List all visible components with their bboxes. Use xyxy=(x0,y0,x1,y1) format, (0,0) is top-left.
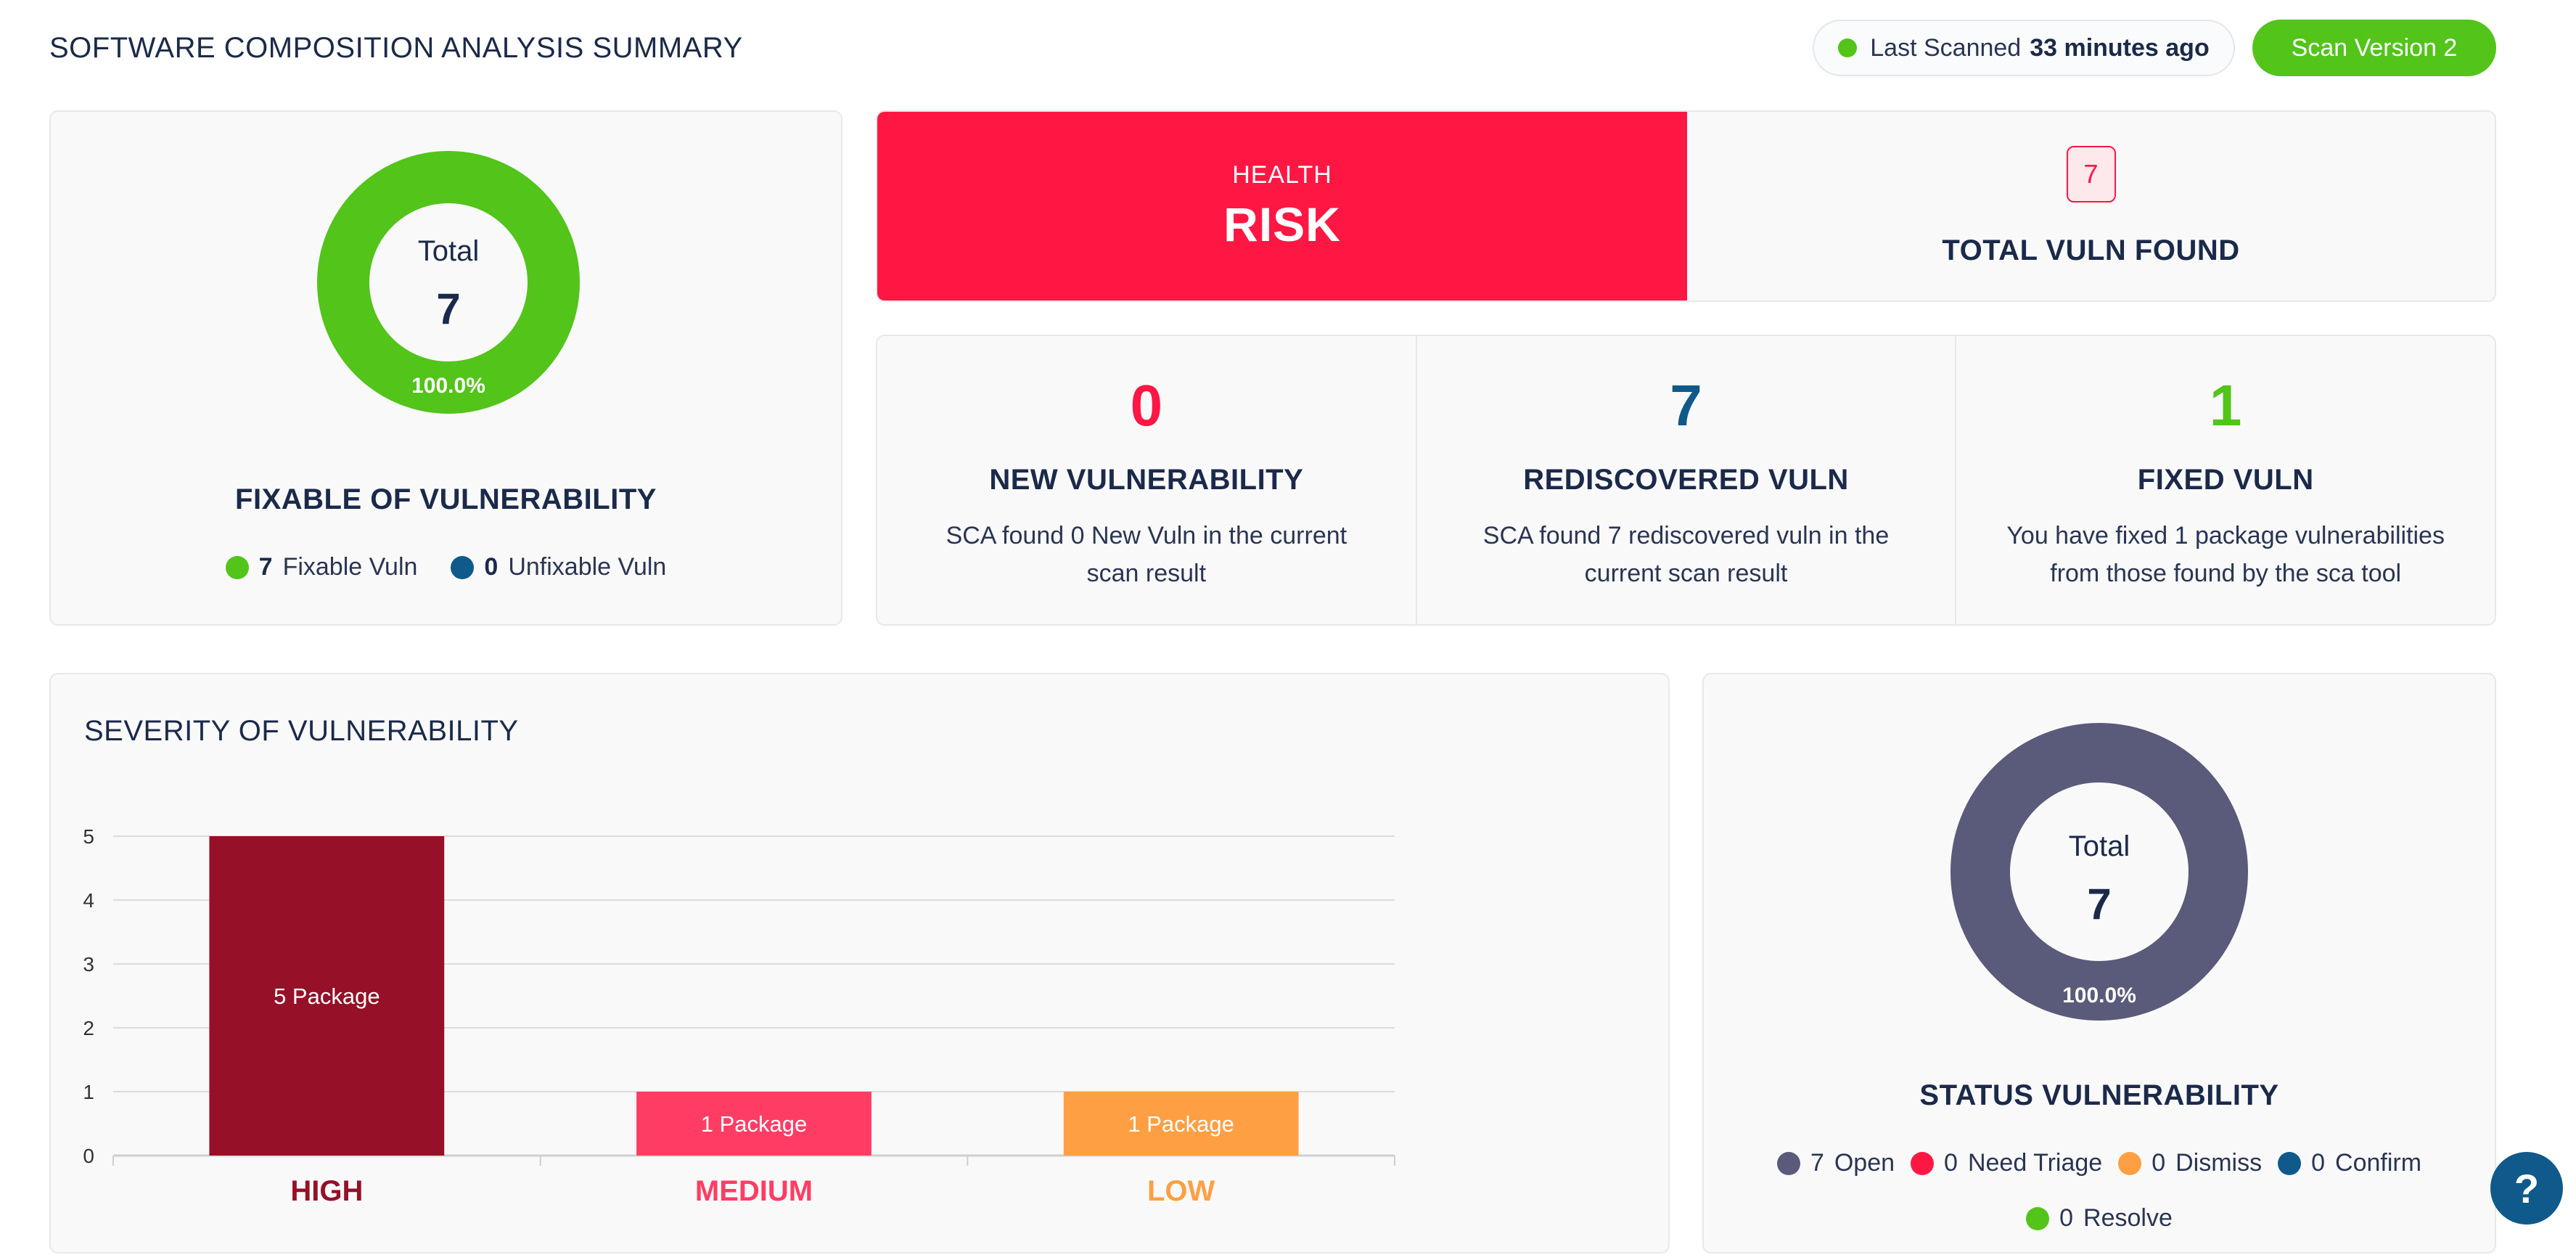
legend-dot-icon xyxy=(2118,1151,2142,1175)
bar-data-label: 1 Package xyxy=(701,1111,808,1137)
health-card: HEALTH RISK 7 TOTAL VULN FOUND xyxy=(876,110,2496,302)
x-category-label: MEDIUM xyxy=(695,1175,813,1207)
legend-label: Dismiss xyxy=(2175,1149,2263,1177)
last-scanned-value: 33 minutes ago xyxy=(2030,33,2210,62)
stat-description: You have fixed 1 package vulnerabilities… xyxy=(2006,522,2445,587)
y-tick-label: 3 xyxy=(83,953,94,976)
stat-rediscovered-vuln: 7 REDISCOVERED VULN SCA found 7 rediscov… xyxy=(1415,336,1956,624)
status-legend-row-2: 0 Resolve xyxy=(1704,1204,2495,1232)
scan-version-button[interactable]: Scan Version 2 xyxy=(2252,20,2496,76)
y-tick-label: 1 xyxy=(83,1081,94,1103)
question-icon: ? xyxy=(2514,1165,2540,1211)
legend-dot-icon xyxy=(2026,1206,2050,1230)
legend-unfixable-count: 0 xyxy=(484,553,499,581)
legend-open: 7 Open xyxy=(1776,1149,1895,1177)
legend-label: Need Triage xyxy=(1967,1149,2103,1177)
x-category-label: HIGH xyxy=(290,1175,363,1207)
y-tick-label: 5 xyxy=(83,825,94,848)
legend-dot-icon xyxy=(1776,1151,1800,1175)
legend-need-triage: 0 Need Triage xyxy=(1911,1149,2102,1177)
stat-description: SCA found 7 rediscovered vuln in the cur… xyxy=(1482,522,1890,587)
stat-description: SCA found 0 New Vuln in the current scan… xyxy=(946,522,1348,587)
status-donut-chart: Total 7 100.0% xyxy=(1951,723,2248,1021)
last-scanned-label: Last Scanned xyxy=(1870,33,2022,62)
stat-number: 1 xyxy=(2209,373,2242,438)
last-scanned-badge: Last Scanned 33 minutes ago xyxy=(1813,20,2235,76)
legend-dismiss: 0 Dismiss xyxy=(2118,1149,2262,1177)
status-donut-total: 7 xyxy=(2087,880,2111,928)
legend-fixable-count: 7 xyxy=(258,553,273,581)
legend-count: 0 xyxy=(2059,1204,2074,1232)
stat-number: 0 xyxy=(1130,373,1163,438)
total-vuln-label: TOTAL VULN FOUND xyxy=(1942,234,2240,266)
y-tick-label: 4 xyxy=(83,889,94,912)
stat-fixed-vuln: 1 FIXED VULN You have fixed 1 package vu… xyxy=(1955,336,2495,624)
status-dot-icon xyxy=(1838,38,1858,57)
y-tick-label: 2 xyxy=(83,1017,94,1039)
stat-title: REDISCOVERED VULN xyxy=(1523,464,1849,496)
total-vuln-panel: 7 TOTAL VULN FOUND xyxy=(1687,112,2495,301)
health-status-panel: HEALTH RISK xyxy=(877,112,1687,301)
page-title: SOFTWARE COMPOSITION ANALYSIS SUMMARY xyxy=(49,32,743,64)
legend-count: 0 xyxy=(2311,1149,2326,1177)
bar-data-label: 1 Package xyxy=(1128,1111,1234,1137)
y-tick-label: 0 xyxy=(83,1145,94,1167)
sca-summary-page: SOFTWARE COMPOSITION ANALYSIS SUMMARY La… xyxy=(0,0,2576,1254)
status-title: STATUS VULNERABILITY xyxy=(1919,1079,2279,1111)
status-legend-row-1: 7 Open 0 Need Triage 0 Dismiss 0 Confirm xyxy=(1704,1149,2495,1177)
bar-data-label: 5 Package xyxy=(274,984,380,1009)
severity-card: SEVERITY OF VULNERABILITY 0123455 Packag… xyxy=(49,673,1670,1254)
legend-count: 7 xyxy=(1810,1149,1824,1177)
status-donut-percent: 100.0% xyxy=(2062,984,2136,1007)
legend-fixable: 7 Fixable Vuln xyxy=(225,553,418,581)
status-donut-ring xyxy=(1951,723,2248,1021)
fixable-donut-ring xyxy=(317,151,580,414)
stat-new-vulnerability: 0 NEW VULNERABILITY SCA found 0 New Vuln… xyxy=(877,336,1416,624)
fixable-donut-total: 7 xyxy=(436,285,460,333)
help-button[interactable]: ? xyxy=(2490,1152,2563,1225)
total-vuln-count-badge: 7 xyxy=(2066,145,2116,203)
health-label: HEALTH xyxy=(1232,160,1332,189)
legend-dot-icon xyxy=(225,555,249,579)
fixable-legend: 7 Fixable Vuln 0 Unfixable Vuln xyxy=(51,553,841,581)
x-category-label: LOW xyxy=(1147,1175,1215,1207)
legend-unfixable-label: Unfixable Vuln xyxy=(508,553,667,581)
vuln-stats-card: 0 NEW VULNERABILITY SCA found 0 New Vuln… xyxy=(876,335,2496,626)
legend-confirm: 0 Confirm xyxy=(2278,1149,2421,1177)
severity-bar-chart: 0 1 2 3 4 5 5 Package HIGH 1 Package MEDIUM 1 Pack… xyxy=(83,825,1395,1207)
fixable-donut-label: Total xyxy=(418,235,480,267)
legend-label: Confirm xyxy=(2335,1149,2422,1177)
stat-title: FIXED VULN xyxy=(2137,464,2314,496)
legend-dot-icon xyxy=(1911,1151,1935,1175)
legend-label: Open xyxy=(1834,1149,1895,1177)
stat-number: 7 xyxy=(1670,373,1702,438)
legend-fixable-label: Fixable Vuln xyxy=(282,553,418,581)
legend-dot-icon xyxy=(451,555,475,579)
fixable-card: Total 7 100.0% FIXABLE OF VULNERABILITY … xyxy=(49,110,842,626)
legend-label: Resolve xyxy=(2083,1204,2173,1232)
fixable-title: FIXABLE OF VULNERABILITY xyxy=(235,483,657,515)
fixable-donut-percent: 100.0% xyxy=(411,374,485,398)
stat-title: NEW VULNERABILITY xyxy=(989,464,1304,496)
legend-count: 0 xyxy=(1944,1149,1958,1177)
legend-resolve: 0 Resolve xyxy=(2026,1204,2173,1232)
fixable-donut-chart: Total 7 100.0% xyxy=(317,151,580,414)
status-donut-label: Total xyxy=(2069,830,2130,862)
legend-dot-icon xyxy=(2278,1151,2302,1175)
status-card: Total 7 100.0% STATUS VULNERABILITY 7 Op… xyxy=(1702,673,2496,1254)
health-value: RISK xyxy=(1223,197,1341,251)
legend-count: 0 xyxy=(2152,1149,2166,1177)
legend-unfixable: 0 Unfixable Vuln xyxy=(451,553,666,581)
